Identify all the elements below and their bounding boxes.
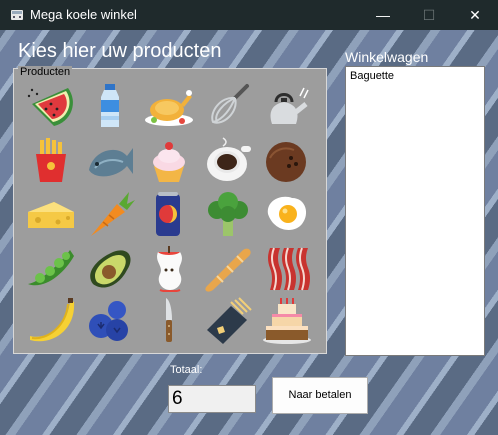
fried-egg-icon [267,196,307,230]
total-field[interactable]: 6 [168,385,256,413]
product-fried-egg[interactable] [260,190,314,238]
kettle-icon [270,87,309,124]
product-avocado[interactable] [83,244,137,292]
bacon-icon [268,247,310,291]
water-bottle-icon [101,84,119,127]
roast-chicken-icon [145,90,193,126]
minimize-button[interactable]: — [360,0,406,30]
app-icon [11,10,23,20]
product-apple-core[interactable] [142,244,196,292]
fish-icon [89,148,133,177]
french-fries-icon [36,138,66,182]
product-soda-can[interactable] [142,190,196,238]
cart-list-item[interactable]: Baguette [350,70,394,82]
product-blueberries[interactable] [83,296,137,344]
carrot-icon [91,192,135,236]
product-whisk[interactable] [201,82,255,130]
peas-icon [28,250,74,286]
product-grid [24,82,314,344]
product-bacon[interactable] [260,244,314,292]
coffee-cup-icon [207,137,251,181]
product-coconut[interactable] [260,136,314,184]
knife-icon [166,298,172,342]
product-broccoli[interactable] [201,190,255,238]
apple-core-icon [157,246,182,292]
cart-label: Winkelwagen [345,49,429,65]
product-watermelon[interactable] [24,82,78,130]
page-heading: Kies hier uw producten [18,40,222,62]
window-title: Mega koele winkel [30,7,137,22]
product-pasta[interactable] [201,296,255,344]
product-peas[interactable] [24,244,78,292]
broccoli-icon [208,192,248,236]
banana-icon [30,298,75,342]
product-fish[interactable] [83,136,137,184]
product-cupcake[interactable] [142,136,196,184]
title-bar[interactable]: Mega koele winkel — ☐ ✕ [0,0,498,30]
whisk-icon [211,84,249,124]
product-banana[interactable] [24,296,78,344]
product-carrot[interactable] [83,190,137,238]
product-roast-chicken[interactable] [142,82,196,130]
coconut-icon [266,142,306,182]
product-water-bottle[interactable] [83,82,137,130]
blueberries-icon [89,301,128,341]
total-label: Totaal: [170,364,203,376]
app-window: Mega koele winkel — ☐ ✕ Kies hier uw pro… [0,0,498,435]
cheese-icon [28,202,74,228]
watermelon-icon [27,88,73,126]
product-french-fries[interactable] [24,136,78,184]
product-cake[interactable] [260,296,314,344]
product-coffee-cup[interactable] [201,136,255,184]
pasta-icon [207,297,252,344]
cupcake-icon [153,142,185,182]
avocado-icon [90,250,131,288]
soda-can-icon [156,192,180,236]
product-kettle[interactable] [260,82,314,130]
checkout-button[interactable]: Naar betalen [272,377,368,414]
cake-icon [263,298,311,344]
product-cheese[interactable] [24,190,78,238]
maximize-button[interactable]: ☐ [406,0,452,30]
close-button[interactable]: ✕ [452,0,498,30]
cart-listbox[interactable]: Baguette [345,66,485,356]
product-knife[interactable] [142,296,196,344]
baguette-icon [205,248,251,292]
products-legend: Producten [18,66,73,79]
product-baguette[interactable] [201,244,255,292]
